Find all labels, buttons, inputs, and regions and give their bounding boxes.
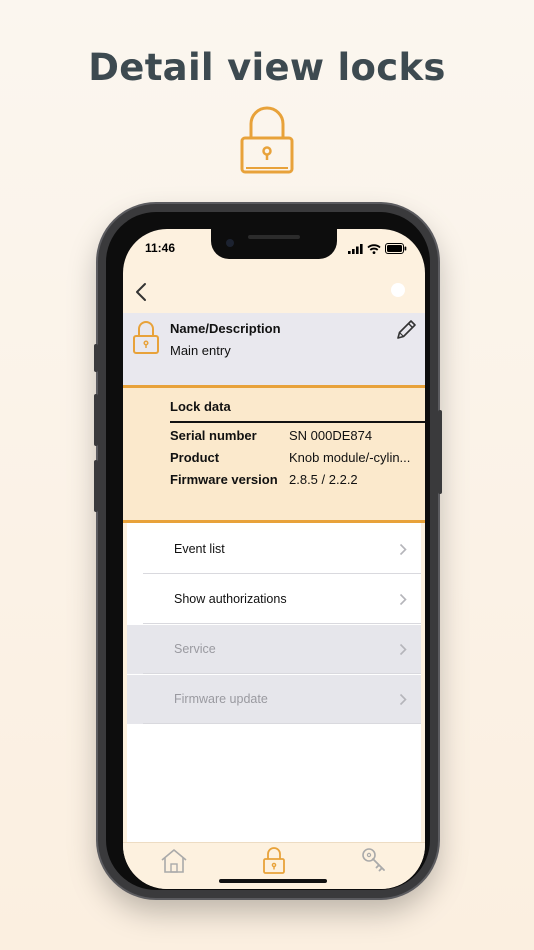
padlock-icon: [133, 321, 159, 354]
service-item[interactable]: Service: [127, 625, 421, 674]
product-label: Product: [170, 450, 220, 465]
serial-number-label: Serial number: [170, 428, 257, 443]
phone-frame: 11:46 Name/Description Main entry Lock d…: [94, 204, 442, 898]
app-screen: 11:46 Name/Description Main entry Lock d…: [123, 229, 425, 889]
menu-item-label: Firmware update: [174, 692, 268, 706]
wifi-icon: [367, 243, 381, 254]
navigation-bar: [123, 265, 425, 313]
home-indicator: [219, 879, 327, 883]
chevron-right-icon: [399, 693, 407, 706]
name-description-value: Main entry: [170, 343, 231, 358]
chevron-right-icon: [399, 643, 407, 656]
product-value: Knob module/-cylin...: [289, 450, 411, 465]
firmware-version-row: Firmware version 2.8.5 / 2.2.2: [170, 472, 425, 490]
product-row: Product Knob module/-cylin...: [170, 450, 425, 468]
firmware-update-item[interactable]: Firmware update: [127, 675, 421, 724]
cellular-signal-icon: [348, 243, 363, 254]
notch: [211, 229, 337, 259]
divider: [170, 421, 425, 423]
status-time: 11:46: [145, 241, 176, 255]
lock-data-panel: Lock data Serial number SN 000DE874 Prod…: [123, 385, 425, 523]
status-icons: [348, 243, 407, 254]
padlock-outline-icon: [240, 106, 294, 174]
chevron-right-icon: [399, 593, 407, 606]
serial-number-row: Serial number SN 000DE874: [170, 428, 425, 446]
chevron-right-icon: [399, 543, 407, 556]
event-list-item[interactable]: Event list: [127, 525, 421, 574]
lock-name-panel: Name/Description Main entry: [123, 313, 425, 385]
serial-number-value: SN 000DE874: [289, 428, 373, 443]
lock-actions-list: Event list Show authorizations Service F…: [127, 523, 421, 843]
home-icon[interactable]: [159, 845, 189, 875]
show-authorizations-item[interactable]: Show authorizations: [127, 575, 421, 624]
name-description-label: Name/Description: [170, 321, 281, 336]
battery-icon: [385, 243, 407, 254]
status-indicator: [391, 283, 405, 297]
firmware-version-value: 2.8.5 / 2.2.2: [289, 472, 358, 487]
key-icon[interactable]: [359, 845, 389, 875]
menu-item-label: Service: [174, 642, 216, 656]
headline: Detail view locks: [88, 46, 446, 89]
menu-item-label: Show authorizations: [174, 592, 287, 606]
lock-icon[interactable]: [259, 845, 289, 875]
firmware-version-label: Firmware version: [170, 472, 278, 487]
back-button[interactable]: [133, 281, 151, 303]
menu-item-label: Event list: [174, 542, 225, 556]
pencil-icon[interactable]: [393, 317, 419, 343]
lock-data-title: Lock data: [170, 399, 231, 414]
